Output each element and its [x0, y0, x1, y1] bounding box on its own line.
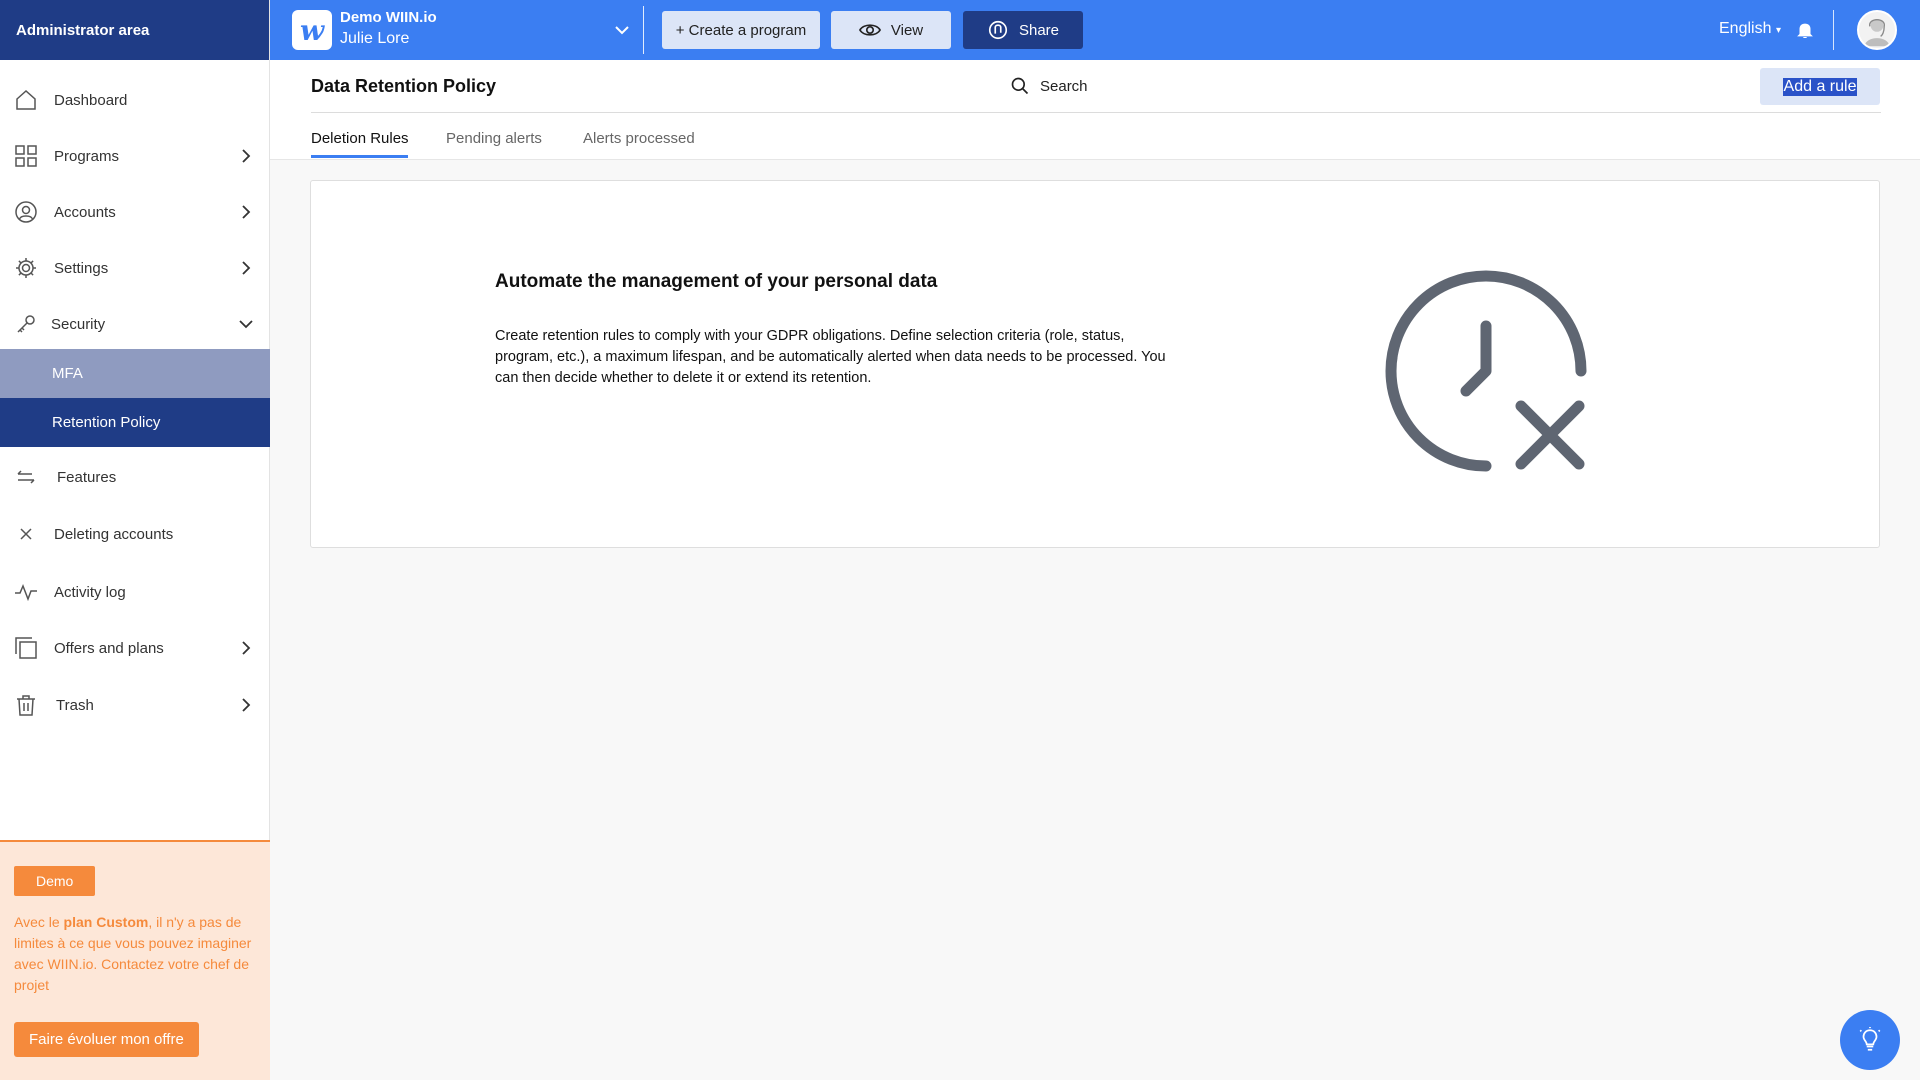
promo-text: Avec le plan Custom, il n'y a pas de lim… [14, 912, 256, 996]
admin-area-header: Administrator area [0, 0, 269, 60]
lightbulb-icon [1859, 1027, 1881, 1051]
language-label: English [1719, 20, 1772, 37]
caret-down-icon: ▾ [1775, 25, 1781, 36]
sidebar-item-security[interactable]: Security [0, 299, 270, 349]
promo-plan-name: plan Custom [63, 914, 149, 930]
page-header: Data Retention Policy Search Add a rule … [270, 60, 1920, 160]
chevron-right-icon [238, 204, 254, 220]
upgrade-plan-button[interactable]: Faire évoluer mon offre [14, 1022, 199, 1057]
empty-state-title: Automate the management of your personal… [495, 271, 938, 292]
sidebar-item-accounts[interactable]: Accounts [0, 187, 270, 237]
wiin-logo-icon: w [292, 10, 332, 50]
sidebar-item-deleting-accounts[interactable]: Deleting accounts [0, 509, 270, 559]
sidebar-item-features[interactable]: Features [0, 452, 270, 502]
add-rule-label: Add a rule [1782, 77, 1858, 96]
sidebar-item-offers-plans[interactable]: Offers and plans [0, 623, 270, 673]
divider [643, 6, 644, 54]
empty-state-card: Automate the management of your personal… [310, 180, 1880, 548]
chevron-down-icon[interactable] [614, 22, 630, 38]
organization-name[interactable]: Demo WIIN.io [340, 9, 437, 26]
share-button-label: Share [1018, 21, 1060, 39]
key-icon [14, 312, 38, 336]
grid-icon [14, 144, 38, 168]
sidebar-item-settings[interactable]: Settings [0, 243, 270, 293]
chevron-right-icon [238, 260, 254, 276]
home-icon [14, 88, 38, 112]
chevron-right-icon [238, 148, 254, 164]
help-bubble[interactable] [1840, 1010, 1900, 1070]
top-bar: w Demo WIIN.io Julie Lore + Create a pro… [270, 0, 1920, 60]
language-selector[interactable]: English ▾ [1719, 20, 1781, 38]
sidebar-subitem-mfa[interactable]: MFA [0, 349, 270, 398]
user-photo-icon [1864, 18, 1890, 47]
active-tab-indicator [311, 155, 408, 158]
tab-pending-alerts[interactable]: Pending alerts [446, 130, 542, 147]
tab-alerts-processed[interactable]: Alerts processed [583, 130, 695, 147]
chevron-right-icon [238, 640, 254, 656]
share-icon [988, 20, 1008, 40]
search-icon [1011, 77, 1029, 95]
sidebar-item-label: Accounts [54, 203, 116, 221]
clock-cancel-icon [1385, 270, 1587, 472]
sidebar-item-activity-log[interactable]: Activity log [0, 567, 270, 617]
chevron-down-icon [238, 316, 254, 332]
divider [1833, 10, 1834, 50]
page-title: Data Retention Policy [311, 76, 497, 96]
gear-icon [14, 256, 38, 280]
search-button[interactable]: Search [1010, 76, 1088, 96]
sidebar-item-label: Settings [54, 259, 109, 277]
user-name[interactable]: Julie Lore [340, 30, 409, 48]
sidebar-item-label: Deleting accounts [54, 525, 174, 543]
trash-icon [14, 693, 38, 717]
sidebar-item-label: Features [57, 468, 117, 486]
header-divider [311, 112, 1881, 113]
create-program-button[interactable]: + Create a program [662, 11, 820, 49]
activity-pulse-icon [14, 580, 38, 604]
demo-badge: Demo [14, 866, 96, 896]
sidebar-item-label: Programs [54, 147, 120, 165]
sidebar: Administrator area Dashboard Programs Ac… [0, 0, 270, 1080]
sidebar-item-label: Dashboard [54, 91, 128, 109]
eye-icon [858, 24, 881, 36]
view-button-label: View [890, 21, 924, 39]
arrows-exchange-icon [14, 465, 38, 489]
sidebar-item-dashboard[interactable]: Dashboard [0, 75, 270, 125]
share-button[interactable]: Share [963, 11, 1083, 49]
tab-deletion-rules[interactable]: Deletion Rules [311, 130, 409, 147]
avatar[interactable] [1857, 10, 1897, 50]
sidebar-item-trash[interactable]: Trash [0, 680, 270, 730]
sidebar-subitem-retention-policy[interactable]: Retention Policy [0, 398, 270, 447]
sidebar-item-label: Offers and plans [54, 639, 164, 657]
promo-text-start: Avec le [14, 914, 64, 930]
close-icon [14, 522, 38, 546]
add-rule-button[interactable]: Add a rule [1760, 68, 1880, 105]
sidebar-item-label: Activity log [54, 583, 126, 601]
sidebar-item-label: Security [51, 315, 106, 333]
copy-pages-icon [14, 636, 38, 660]
view-button[interactable]: View [831, 11, 951, 49]
plan-promo-panel: Demo Avec le plan Custom, il n'y a pas d… [0, 840, 270, 1080]
sidebar-item-programs[interactable]: Programs [0, 131, 270, 181]
search-label: Search [1040, 77, 1088, 95]
bell-icon[interactable] [1795, 20, 1815, 40]
user-circle-icon [14, 200, 38, 224]
chevron-right-icon [238, 697, 254, 713]
empty-state-description: Create retention rules to comply with yo… [495, 328, 1166, 386]
sidebar-item-label: Trash [56, 696, 94, 714]
